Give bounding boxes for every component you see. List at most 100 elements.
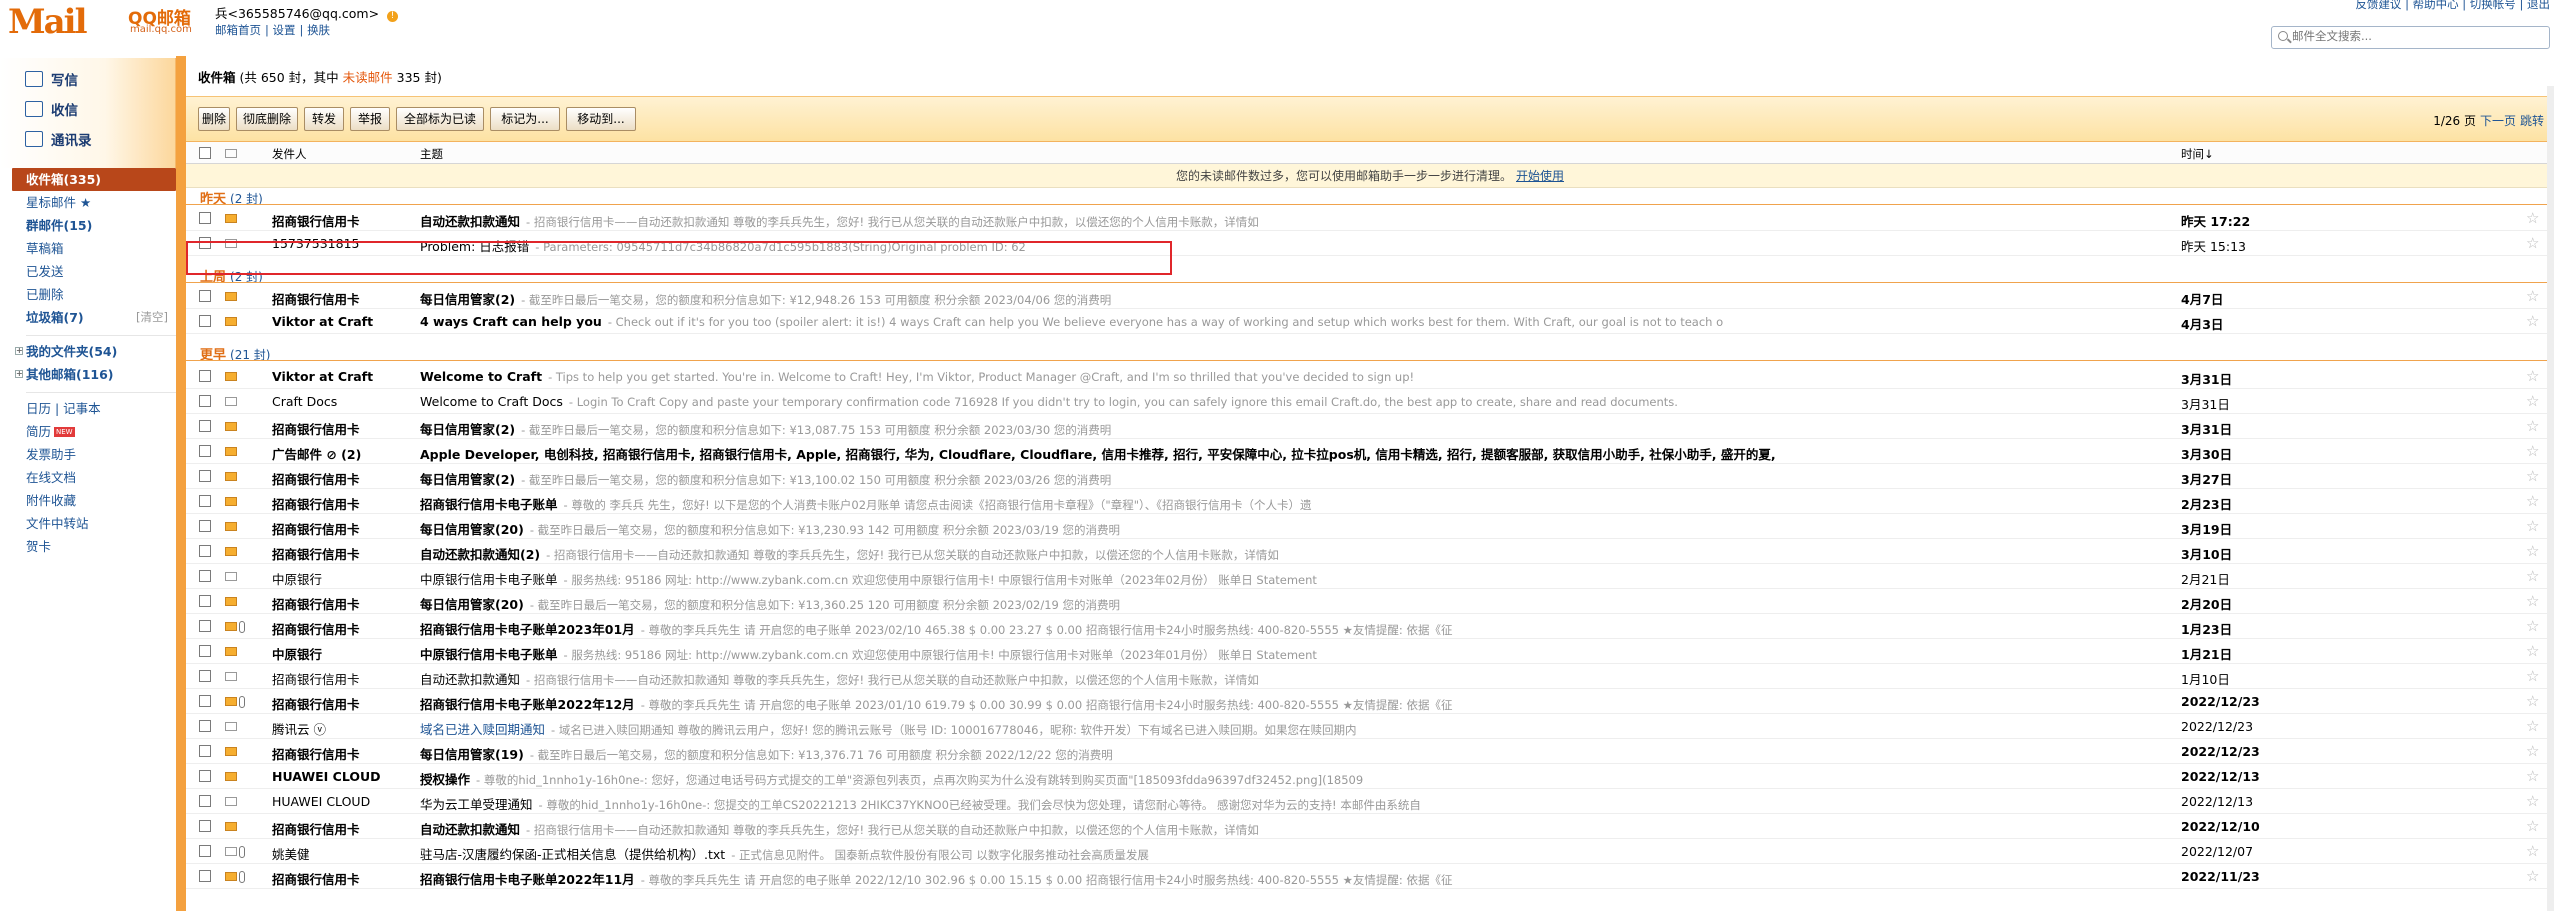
mail-row[interactable]: 姚美健 驻马店-汉唐履约保函-正式相关信息（提供给机构）.txt - 正式信息见附件…	[186, 839, 2554, 864]
move-to-dropdown[interactable]: 移动到...	[566, 107, 636, 131]
mail-sender[interactable]: 招商银行信用卡	[272, 469, 360, 488]
tool-calendar[interactable]: 日历 | 记事本	[12, 397, 176, 420]
receive-button[interactable]: 收信	[25, 98, 78, 120]
row-checkbox[interactable]	[199, 795, 211, 807]
mail-subject[interactable]: 每日信用管家(20) - 截至昨日最后一笔交易，您的额度和积分信息如下: ¥13,…	[420, 519, 2040, 538]
mail-sender[interactable]: Viktor at Craft	[272, 369, 373, 384]
mark-as-dropdown[interactable]: 标记为...	[490, 107, 560, 131]
delete-permanently-button[interactable]: 彻底删除	[236, 107, 298, 131]
mail-subject[interactable]: 华为云工单受理通知 - 尊敬的hid_1nnho1y-16h0ne-: 您提交的工…	[420, 794, 2040, 813]
top-links[interactable]: 反馈建议 | 帮助中心 | 切换帐号 | 退出	[2355, 0, 2550, 12]
mail-subject[interactable]: 招商银行信用卡电子账单2023年01月 - 尊敬的李兵兵先生 请 开启您的电子账单…	[420, 619, 2040, 638]
mail-subject[interactable]: Apple Developer, 电创科技, 招商银行信用卡, 招商银行信用卡,…	[420, 444, 2040, 463]
row-checkbox[interactable]	[199, 695, 211, 707]
star-icon[interactable]: ☆	[2526, 692, 2539, 710]
folder-spam[interactable]: 垃圾箱(7) [清空]	[12, 306, 176, 329]
scrollbar[interactable]	[2547, 86, 2554, 911]
mail-sender[interactable]: 招商银行信用卡	[272, 869, 360, 888]
mail-sender[interactable]: 招商银行信用卡	[272, 494, 360, 513]
star-icon[interactable]: ☆	[2526, 792, 2539, 810]
delete-button[interactable]: 删除	[198, 107, 230, 131]
mail-subject[interactable]: 自动还款扣款通知 - 招商银行信用卡——自动还款扣款通知 尊敬的李兵兵先生，您好!…	[420, 211, 2040, 230]
tool-cards[interactable]: 贺卡	[12, 535, 176, 558]
tool-invoice[interactable]: 发票助手	[12, 443, 176, 466]
mail-row[interactable]: 招商银行信用卡 每日信用管家(2) - 截至昨日最后一笔交易，您的额度和积分信息如下…	[186, 464, 2554, 489]
star-icon[interactable]: ☆	[2526, 642, 2539, 660]
row-checkbox[interactable]	[199, 770, 211, 782]
row-checkbox[interactable]	[199, 212, 211, 224]
row-checkbox[interactable]	[199, 870, 211, 882]
mail-subject[interactable]: 每日信用管家(2) - 截至昨日最后一笔交易，您的额度和积分信息如下: ¥13,1…	[420, 469, 2040, 488]
mail-row[interactable]: 招商银行信用卡 自动还款扣款通知 - 招商银行信用卡——自动还款扣款通知 尊敬的李兵…	[186, 664, 2554, 689]
unread-link[interactable]: 未读邮件	[343, 70, 393, 85]
mail-sender[interactable]: 招商银行信用卡	[272, 694, 360, 713]
mail-row[interactable]: 中原银行 中原银行信用卡电子账单 - 服务热线: 95186 网址: http://…	[186, 564, 2554, 589]
star-icon[interactable]: ☆	[2526, 234, 2539, 252]
folder-starred[interactable]: 星标邮件 ★	[12, 191, 176, 214]
column-subject[interactable]: 主题	[420, 146, 443, 162]
mail-subject[interactable]: 每日信用管家(2) - 截至昨日最后一笔交易，您的额度和积分信息如下: ¥13,0…	[420, 419, 2040, 438]
row-checkbox[interactable]	[199, 290, 211, 302]
row-checkbox[interactable]	[199, 845, 211, 857]
row-checkbox[interactable]	[199, 645, 211, 657]
star-icon[interactable]: ☆	[2526, 542, 2539, 560]
mail-row[interactable]: 招商银行信用卡 每日信用管家(19) - 截至昨日最后一笔交易，您的额度和积分信息如…	[186, 739, 2554, 764]
mail-sender[interactable]: 腾讯云 ⓥ	[272, 719, 326, 738]
star-icon[interactable]: ☆	[2526, 667, 2539, 685]
mail-sender[interactable]: 招商银行信用卡	[272, 544, 360, 563]
mail-subject[interactable]: 4 ways Craft can help you - Check out if …	[420, 314, 2040, 329]
star-icon[interactable]: ☆	[2526, 767, 2539, 785]
column-from[interactable]: 发件人	[272, 146, 307, 162]
skin-link[interactable]: 换肤	[307, 23, 330, 37]
mail-subject[interactable]: 中原银行信用卡电子账单 - 服务热线: 95186 网址: http://www.…	[420, 569, 2040, 588]
mail-subject[interactable]: 招商银行信用卡电子账单2022年12月 - 尊敬的李兵兵先生 请 开启您的电子账单…	[420, 694, 2040, 713]
report-button[interactable]: 举报	[350, 107, 390, 131]
folder-sent[interactable]: 已发送	[12, 260, 176, 283]
star-icon[interactable]: ☆	[2526, 287, 2539, 305]
row-checkbox[interactable]	[199, 445, 211, 457]
mail-row[interactable]: 广告邮件 ⊘ (2) Apple Developer, 电创科技, 招商银行信用卡…	[186, 439, 2554, 464]
folder-my-folders[interactable]: + 我的文件夹(54)	[12, 340, 176, 363]
mail-sender[interactable]: 招商银行信用卡	[272, 669, 360, 688]
star-icon[interactable]: ☆	[2526, 392, 2539, 410]
tool-docs[interactable]: 在线文档	[12, 466, 176, 489]
mail-sender[interactable]: 招商银行信用卡	[272, 519, 360, 538]
mail-row[interactable]: 腾讯云 ⓥ 域名已进入赎回期通知 - 域名已进入赎回期通知 尊敬的腾讯云用户，您好!…	[186, 714, 2554, 739]
star-icon[interactable]: ☆	[2526, 312, 2539, 330]
mail-row[interactable]: 招商银行信用卡 招商银行信用卡电子账单2022年12月 - 尊敬的李兵兵先生 请 开…	[186, 689, 2554, 714]
row-checkbox[interactable]	[199, 495, 211, 507]
mail-subject[interactable]: 自动还款扣款通知 - 招商银行信用卡——自动还款扣款通知 尊敬的李兵兵先生，您好!…	[420, 669, 2040, 688]
mail-subject[interactable]: 每日信用管家(2) - 截至昨日最后一笔交易，您的额度和积分信息如下: ¥12,9…	[420, 289, 2040, 308]
jump-link[interactable]: 跳转	[2520, 114, 2544, 128]
star-icon[interactable]: ☆	[2526, 592, 2539, 610]
mail-row[interactable]: 招商银行信用卡 招商银行信用卡电子账单2023年01月 - 尊敬的李兵兵先生 请 开…	[186, 614, 2554, 639]
star-icon[interactable]: ☆	[2526, 417, 2539, 435]
mail-subject[interactable]: 中原银行信用卡电子账单 - 服务热线: 95186 网址: http://www.…	[420, 644, 2040, 663]
mail-row[interactable]: 招商银行信用卡 每日信用管家(2) - 截至昨日最后一笔交易，您的额度和积分信息如下…	[186, 284, 2554, 309]
row-checkbox[interactable]	[199, 315, 211, 327]
row-checkbox[interactable]	[199, 820, 211, 832]
start-using-link[interactable]: 开始使用	[1516, 169, 1564, 183]
tool-transfer[interactable]: 文件中转站	[12, 512, 176, 535]
tool-attachments[interactable]: 附件收藏	[12, 489, 176, 512]
expand-icon[interactable]: +	[15, 347, 23, 355]
row-checkbox[interactable]	[199, 595, 211, 607]
row-checkbox[interactable]	[199, 620, 211, 632]
mail-sender[interactable]: 招商银行信用卡	[272, 594, 360, 613]
mail-sender[interactable]: 招商银行信用卡	[272, 419, 360, 438]
search-input[interactable]	[2292, 29, 2542, 43]
compose-button[interactable]: 写信	[25, 68, 78, 90]
star-icon[interactable]: ☆	[2526, 367, 2539, 385]
star-icon[interactable]: ☆	[2526, 442, 2539, 460]
mail-row[interactable]: 招商银行信用卡 自动还款扣款通知(2) - 招商银行信用卡——自动还款扣款通知 尊敬…	[186, 539, 2554, 564]
contacts-button[interactable]: 通讯录	[25, 128, 92, 150]
mail-sender[interactable]: Craft Docs	[272, 394, 337, 409]
star-icon[interactable]: ☆	[2526, 517, 2539, 535]
mail-row[interactable]: HUAWEI CLOUD 华为云工单受理通知 - 尊敬的hid_1nnho1y-16…	[186, 789, 2554, 814]
search-box[interactable]	[2271, 26, 2550, 49]
mail-row[interactable]: 招商银行信用卡 招商银行信用卡电子账单 - 尊敬的 李兵兵 先生，您好! 以下是您的…	[186, 489, 2554, 514]
row-checkbox[interactable]	[199, 670, 211, 682]
mail-subject[interactable]: 每日信用管家(20) - 截至昨日最后一笔交易，您的额度和积分信息如下: ¥13,…	[420, 594, 2040, 613]
folder-deleted[interactable]: 已删除	[12, 283, 176, 306]
row-checkbox[interactable]	[199, 570, 211, 582]
